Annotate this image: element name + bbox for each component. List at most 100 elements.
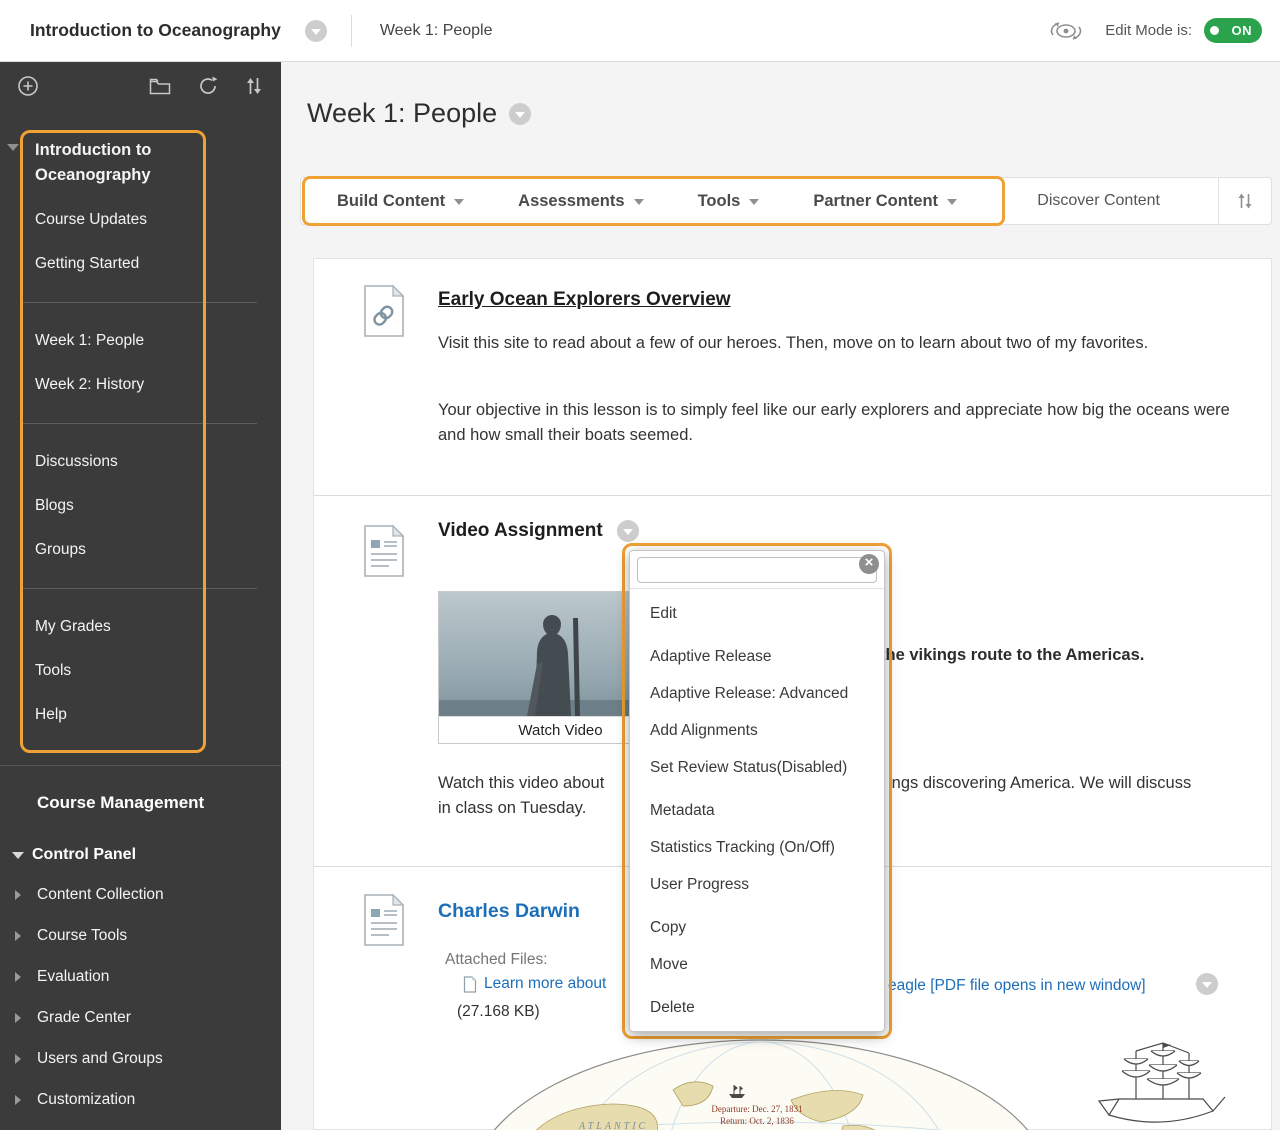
item-context-menu: Edit Adaptive Release Adaptive Release: …	[629, 550, 885, 1032]
chevron-down-icon	[12, 852, 24, 859]
content-document-icon	[361, 893, 407, 952]
action-bar-buttons: Build Content Assessments Tools Partner …	[301, 192, 957, 211]
sidebar-item-users-and-groups[interactable]: Users and Groups	[0, 1038, 281, 1079]
action-bar: Build Content Assessments Tools Partner …	[300, 177, 1272, 225]
close-icon[interactable]	[859, 554, 879, 574]
partner-content-button[interactable]: Partner Content	[813, 192, 957, 211]
sidebar-item-evaluation[interactable]: Evaluation	[0, 956, 281, 997]
sidebar-item-course-updates[interactable]: Course Updates	[0, 198, 281, 242]
divider	[22, 588, 257, 589]
sidebar-item-content-collection[interactable]: Content Collection	[0, 874, 281, 915]
reorder-items-button[interactable]	[1218, 178, 1271, 224]
sidebar-item-discussions[interactable]: Discussions	[0, 440, 281, 484]
reorder-updown-icon[interactable]	[245, 75, 263, 97]
pdf-link-prefix[interactable]: Learn more about	[484, 975, 606, 993]
context-menu-search-field[interactable]	[637, 557, 877, 583]
item-label: Users and Groups	[37, 1050, 163, 1068]
sidebar-item-help[interactable]: Help	[0, 693, 281, 737]
assessments-button[interactable]: Assessments	[518, 192, 643, 211]
divider	[0, 765, 281, 766]
discover-content-button[interactable]: Discover Content	[1037, 192, 1160, 210]
menu-item-move[interactable]: Move	[630, 946, 884, 983]
menu-item-metadata[interactable]: Metadata	[630, 792, 884, 829]
attached-files-label: Attached Files:	[445, 951, 548, 969]
chevron-down-icon	[1202, 982, 1212, 988]
chevron-down-icon	[311, 29, 321, 35]
page-title: Week 1: People	[307, 98, 497, 129]
menu-item-delete[interactable]: Delete	[630, 989, 884, 1026]
chevron-down-icon	[454, 199, 464, 205]
chevron-down-icon	[947, 199, 957, 205]
item-paragraph: Your objective in this lesson is to simp…	[438, 398, 1238, 448]
file-icon	[463, 976, 477, 993]
student-preview-icon[interactable]	[1047, 18, 1085, 44]
sidebar-item-my-grades[interactable]: My Grades	[0, 605, 281, 649]
breadcrumb: Week 1: People	[380, 22, 493, 40]
context-menu-annotation-box: Edit Adaptive Release Adaptive Release: …	[622, 543, 892, 1039]
video-heading-fragment: the vikings route to the Americas.	[880, 646, 1144, 665]
menu-item-adaptive-release[interactable]: Adaptive Release	[630, 638, 884, 675]
menu-item-statistics-tracking[interactable]: Statistics Tracking (On/Off)	[630, 829, 884, 866]
sidebar-item-groups[interactable]: Groups	[0, 528, 281, 572]
chevron-right-icon	[15, 972, 21, 982]
edit-mode-value: ON	[1232, 23, 1253, 38]
edit-mode-toggle[interactable]: ON	[1204, 18, 1262, 43]
item-context-menu-button[interactable]	[617, 520, 639, 542]
item-title-row: Video Assignment	[438, 520, 639, 542]
tools-button[interactable]: Tools	[698, 192, 760, 211]
sidebar-item-week-1[interactable]: Week 1: People	[0, 319, 281, 363]
course-management-section: Course Management Control Panel Content …	[0, 765, 281, 1120]
folder-view-icon[interactable]	[149, 77, 171, 95]
sidebar-item-tools[interactable]: Tools	[0, 649, 281, 693]
menu-item-adaptive-release-advanced[interactable]: Adaptive Release: Advanced	[630, 675, 884, 712]
edit-mode-label: Edit Mode is:	[1105, 22, 1192, 39]
course-menu: Introduction to Oceanography Course Upda…	[0, 132, 281, 737]
item-label: Evaluation	[37, 968, 109, 986]
sidebar-item-course-home[interactable]: Introduction to Oceanography	[0, 132, 281, 198]
menu-item-edit[interactable]: Edit	[630, 595, 884, 632]
menu-item-add-alignments[interactable]: Add Alignments	[630, 712, 884, 749]
item-label: Content Collection	[37, 886, 164, 904]
chevron-down-icon	[623, 529, 633, 535]
menu-item-user-progress[interactable]: User Progress	[630, 866, 884, 903]
content-document-icon	[361, 524, 407, 583]
item-label: Customization	[37, 1091, 135, 1109]
course-title: Introduction to Oceanography	[30, 20, 281, 41]
button-label: Tools	[698, 192, 741, 211]
item-title-link[interactable]: Charles Darwin	[438, 900, 580, 923]
sidebar-item-customization[interactable]: Customization	[0, 1079, 281, 1120]
button-label: Partner Content	[813, 192, 938, 211]
item-title-link[interactable]: Early Ocean Explorers Overview	[438, 289, 731, 311]
sidebar: Introduction to Oceanography Course Upda…	[0, 62, 281, 1130]
menu-item-copy[interactable]: Copy	[630, 909, 884, 946]
divider	[351, 15, 352, 47]
sidebar-item-blogs[interactable]: Blogs	[0, 484, 281, 528]
context-menu-header	[630, 551, 884, 589]
chevron-down-icon	[749, 199, 759, 205]
file-context-menu-button[interactable]	[1196, 973, 1218, 995]
refresh-icon[interactable]	[197, 75, 219, 97]
topbar-right: Edit Mode is: ON	[1047, 18, 1280, 44]
menu-group: Metadata Statistics Tracking (On/Off) Us…	[630, 792, 884, 903]
sidebar-item-getting-started[interactable]: Getting Started	[0, 242, 281, 286]
chevron-down-icon	[515, 112, 525, 118]
add-menu-item-icon[interactable]	[16, 74, 40, 98]
divider	[22, 302, 257, 303]
pdf-link-suffix[interactable]: eagle [PDF file opens in new window]	[888, 977, 1146, 995]
item-paragraph: Visit this site to read about a few of o…	[438, 331, 1186, 356]
page-context-menu-button[interactable]	[509, 103, 531, 125]
file-size: (27.168 KB)	[457, 1003, 540, 1021]
sidebar-item-control-panel[interactable]: Control Panel	[12, 846, 281, 864]
menu-item-set-review-status[interactable]: Set Review Status(Disabled)	[630, 749, 884, 786]
chevron-right-icon	[15, 1054, 21, 1064]
control-panel-label: Control Panel	[32, 846, 136, 864]
sidebar-item-course-tools[interactable]: Course Tools	[0, 915, 281, 956]
sidebar-item-week-2[interactable]: Week 2: History	[0, 363, 281, 407]
divider	[22, 423, 257, 424]
menu-group: Delete	[630, 989, 884, 1026]
build-content-button[interactable]: Build Content	[337, 192, 464, 211]
button-label: Assessments	[518, 192, 624, 211]
course-context-menu-button[interactable]	[305, 20, 327, 42]
chevron-right-icon	[15, 1095, 21, 1105]
sidebar-item-grade-center[interactable]: Grade Center	[0, 997, 281, 1038]
